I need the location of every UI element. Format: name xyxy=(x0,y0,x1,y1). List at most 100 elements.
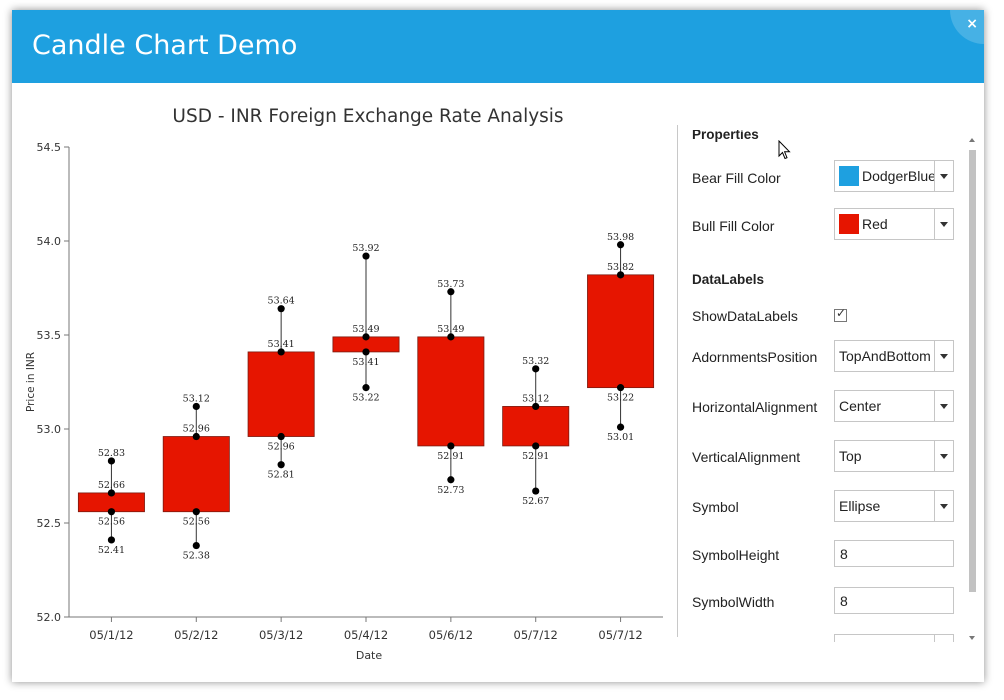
adornments-position-dropdown-button[interactable] xyxy=(934,341,953,371)
data-label-low: 52.81 xyxy=(268,470,295,481)
symbol-width-label: SymbolWidth xyxy=(692,594,775,610)
symbol-height-value: 8 xyxy=(840,546,848,562)
show-data-labels-label: ShowDataLabels xyxy=(692,308,798,324)
mouse-cursor-icon xyxy=(778,140,791,160)
data-label-close: 52.56 xyxy=(98,517,125,528)
data-label-high: 53.98 xyxy=(607,232,634,243)
candle-body xyxy=(502,406,570,447)
data-point-close xyxy=(532,442,540,450)
x-tick-label: 05/6/12 xyxy=(429,628,473,642)
bull-fill-swatch xyxy=(839,214,859,234)
properties-panel: Properties Bear Fill Color DodgerBlue Bu… xyxy=(692,130,960,642)
bear-fill-dropdown-button[interactable] xyxy=(934,161,953,191)
data-label-open: 53.49 xyxy=(352,324,379,335)
chevron-down-icon xyxy=(940,504,948,509)
horizontal-alignment-value: Center xyxy=(839,398,882,414)
data-point-low xyxy=(532,487,540,495)
data-point-low xyxy=(616,423,625,431)
data-label-high: 52.83 xyxy=(98,448,125,459)
bear-fill-label: Bear Fill Color xyxy=(692,170,781,186)
partial-combo[interactable] xyxy=(834,634,954,642)
symbol-width-value: 8 xyxy=(840,593,848,609)
bull-fill-combo[interactable]: Red xyxy=(834,208,954,240)
candle-body xyxy=(247,351,315,437)
data-point-close xyxy=(362,348,370,356)
data-point-close xyxy=(447,442,455,450)
data-label-open: 53.49 xyxy=(437,324,464,335)
vertical-alignment-label: VerticalAlignment xyxy=(692,449,801,465)
data-label-open: 52.66 xyxy=(98,480,125,491)
symbol-combo[interactable]: Ellipse xyxy=(834,490,954,522)
chevron-down-icon xyxy=(940,222,948,227)
bull-fill-value: Red xyxy=(862,216,888,232)
partial-dropdown-button[interactable] xyxy=(934,635,953,642)
chevron-down-icon xyxy=(940,454,948,459)
data-label-high: 53.12 xyxy=(183,393,210,404)
vertical-alignment-combo[interactable]: Top xyxy=(834,440,954,472)
data-label-close: 52.96 xyxy=(268,442,295,453)
panel-divider xyxy=(677,125,678,637)
data-label-high: 53.64 xyxy=(268,296,295,307)
properties-scrollbar[interactable] xyxy=(966,130,978,646)
data-point-low xyxy=(192,541,200,550)
data-point-close xyxy=(192,508,200,516)
y-tick-label: 54.5 xyxy=(37,141,62,154)
symbol-label: Symbol xyxy=(692,499,739,515)
data-label-low: 53.22 xyxy=(352,393,379,404)
close-icon[interactable]: × xyxy=(966,16,978,32)
data-point-low xyxy=(107,536,116,544)
y-tick-label: 52.0 xyxy=(37,611,62,624)
data-point-close xyxy=(107,508,116,516)
data-point-low xyxy=(277,461,285,469)
symbol-width-input[interactable]: 8 xyxy=(834,587,954,614)
chevron-down-icon xyxy=(940,354,948,359)
adornments-position-label: AdornmentsPosition xyxy=(692,349,818,365)
y-axis-label: Price in INR xyxy=(25,352,37,412)
scroll-up-icon[interactable] xyxy=(969,138,975,142)
candle-chart: USD - INR Foreign Exchange Rate Analysis… xyxy=(12,83,678,682)
data-label-low: 52.38 xyxy=(183,551,210,562)
chart-title: USD - INR Foreign Exchange Rate Analysis xyxy=(172,106,563,127)
bull-fill-label: Bull Fill Color xyxy=(692,218,775,234)
close-button[interactable]: × xyxy=(948,10,984,46)
data-label-high: 53.32 xyxy=(522,356,549,367)
demo-window: Candle Chart Demo × USD - INR Foreign Ex… xyxy=(12,10,984,682)
y-tick-label: 52.5 xyxy=(37,517,62,530)
datalabels-heading: DataLabels xyxy=(692,272,765,287)
bear-fill-swatch xyxy=(839,166,859,186)
data-label-low: 53.01 xyxy=(607,432,634,443)
horizontal-alignment-label: HorizontalAlignment xyxy=(692,399,818,415)
symbol-dropdown-button[interactable] xyxy=(934,491,953,521)
data-point-low xyxy=(362,384,370,392)
x-tick-label: 05/2/12 xyxy=(174,628,218,642)
bull-fill-dropdown-button[interactable] xyxy=(934,209,953,239)
data-label-close: 52.91 xyxy=(522,451,549,462)
scroll-down-icon[interactable] xyxy=(969,636,975,640)
show-data-labels-checkbox[interactable]: ✓ xyxy=(834,306,847,322)
horizontal-alignment-dropdown-button[interactable] xyxy=(934,391,953,421)
data-label-close: 52.56 xyxy=(183,517,210,528)
data-label-open: 53.82 xyxy=(607,262,634,273)
bear-fill-combo[interactable]: DodgerBlue xyxy=(834,160,954,192)
symbol-height-input[interactable]: 8 xyxy=(834,540,954,567)
x-tick-label: 05/4/12 xyxy=(344,628,388,642)
y-tick-label: 53.5 xyxy=(37,329,62,342)
symbol-value: Ellipse xyxy=(839,498,881,514)
y-tick-label: 54.0 xyxy=(37,235,62,248)
horizontal-alignment-combo[interactable]: Center xyxy=(834,390,954,422)
data-label-close: 52.91 xyxy=(437,451,464,462)
scroll-thumb[interactable] xyxy=(969,150,976,592)
data-label-high: 53.73 xyxy=(437,279,464,290)
candle-body xyxy=(162,436,230,513)
data-label-high: 53.92 xyxy=(352,243,379,254)
bear-fill-value: DodgerBlue xyxy=(862,168,936,184)
symbol-height-label: SymbolHeight xyxy=(692,547,780,563)
vertical-alignment-dropdown-button[interactable] xyxy=(934,441,953,471)
data-label-open: 53.41 xyxy=(268,339,295,350)
window-title: Candle Chart Demo xyxy=(32,30,298,61)
adornments-position-combo[interactable]: TopAndBottom xyxy=(834,340,954,372)
chart-svg: USD - INR Foreign Exchange Rate Analysis… xyxy=(25,106,663,662)
adornments-position-value: TopAndBottom xyxy=(839,348,931,364)
title-bar: Candle Chart Demo × xyxy=(12,10,984,83)
data-point-low xyxy=(447,476,455,484)
